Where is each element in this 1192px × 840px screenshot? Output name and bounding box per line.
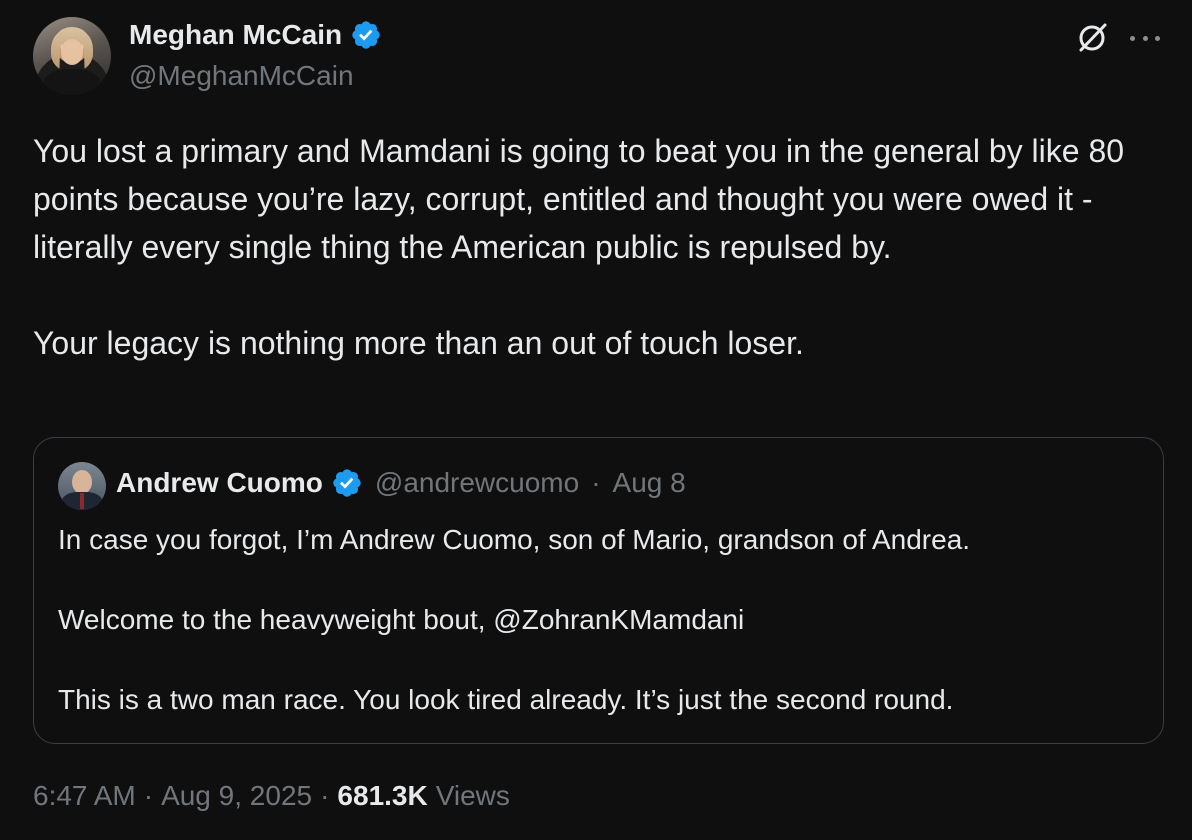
verified-badge-icon bbox=[333, 469, 361, 497]
quoted-tweet[interactable]: Andrew Cuomo @andrewcuomo · Aug 8 In cas… bbox=[33, 437, 1164, 744]
avatar-face bbox=[61, 39, 83, 65]
avatar-tie bbox=[80, 493, 84, 509]
meta-separator: · bbox=[143, 780, 154, 811]
quote-date[interactable]: Aug 8 bbox=[613, 467, 686, 499]
views-count[interactable]: 681.3K bbox=[337, 780, 427, 812]
author-handle[interactable]: @MeghanMcCain bbox=[129, 60, 354, 92]
avatar-body bbox=[43, 69, 101, 95]
author-name[interactable]: Meghan McCain bbox=[129, 19, 342, 51]
more-dot bbox=[1130, 35, 1135, 41]
author-avatar[interactable] bbox=[33, 17, 111, 95]
tweet-text: You lost a primary and Mamdani is going … bbox=[33, 133, 1125, 361]
more-icon[interactable] bbox=[1128, 24, 1162, 52]
more-dot bbox=[1142, 35, 1148, 41]
views-label: Views bbox=[435, 780, 510, 811]
meta-separator: · bbox=[320, 780, 330, 811]
tweet-time[interactable]: 6:47 AM bbox=[33, 780, 136, 812]
avatar-face bbox=[72, 470, 92, 494]
quote-separator: · bbox=[591, 467, 601, 498]
tweet-meta: 6:47 AM · Aug 9, 2025 · 681.3K Views bbox=[33, 780, 510, 812]
tweet-date[interactable]: Aug 9, 2025 bbox=[161, 780, 312, 812]
quote-author-name[interactable]: Andrew Cuomo bbox=[116, 467, 323, 499]
quote-header: Andrew Cuomo @andrewcuomo · Aug 8 bbox=[116, 467, 686, 499]
tweet-card: Meghan McCain @MeghanMcCain You lost a p… bbox=[0, 0, 1192, 840]
verified-badge-icon bbox=[352, 21, 380, 49]
more-dot bbox=[1155, 35, 1160, 41]
quote-author-handle[interactable]: @andrewcuomo bbox=[375, 467, 579, 499]
quote-author-avatar[interactable] bbox=[58, 462, 106, 510]
quote-text: In case you forgot, I’m Andrew Cuomo, so… bbox=[58, 524, 971, 715]
grok-icon[interactable] bbox=[1074, 20, 1110, 56]
author-name-row: Meghan McCain bbox=[129, 19, 382, 51]
